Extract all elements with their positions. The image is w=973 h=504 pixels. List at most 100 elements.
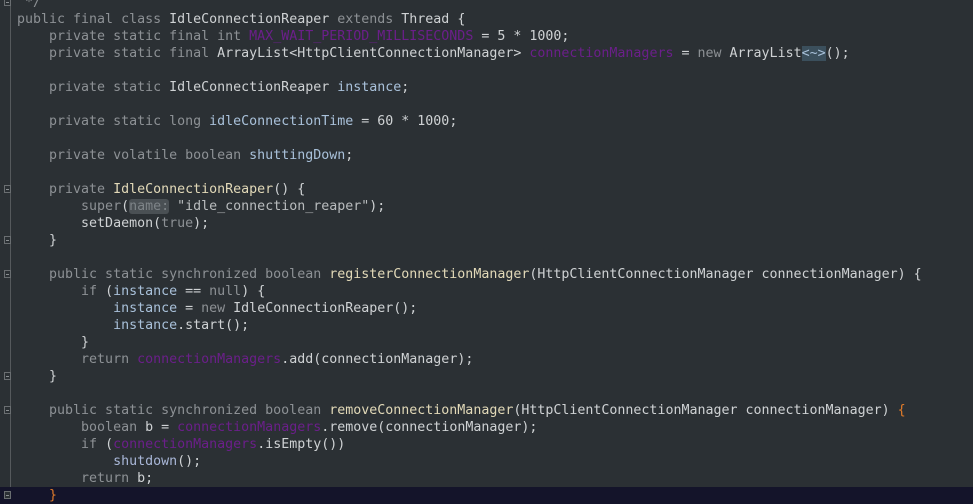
code-line[interactable]: public static synchronized boolean remov… [4,402,973,419]
code-token: ArrayList<HttpClientConnectionManager> [217,46,530,61]
code-line[interactable] [17,249,973,266]
code-line[interactable]: setDaemon(true); [17,215,973,232]
code-token: */ [17,0,42,10]
fold-toggle-icon[interactable] [4,491,11,499]
code-line[interactable]: private static final int MAX_WAIT_PERIOD… [17,28,973,45]
code-token: instance [337,80,402,95]
code-area[interactable]: */public final class IdleConnectionReape… [0,0,973,504]
code-token: return [17,471,138,486]
code-line[interactable]: public static synchronized boolean regis… [4,266,973,283]
code-line[interactable]: } [4,368,973,385]
code-token: extends [337,12,402,27]
code-line[interactable]: super(name: "idle_connection_reaper"); [17,198,973,215]
code-token: (HttpClientConnectionManager connectionM… [529,267,922,282]
fold-toggle-icon[interactable] [4,236,11,244]
code-token: .start(); [177,318,250,333]
code-token: .isEmpty()) [257,437,346,452]
code-token: new [201,301,234,316]
code-line[interactable]: */ [4,0,973,11]
code-token: instance [113,284,178,299]
code-token: Thread { [401,12,466,27]
code-token: boolean [17,420,146,435]
code-token: private static long [17,114,210,129]
code-line[interactable]: } [4,232,973,249]
code-token: IdleConnectionReaper [169,12,338,27]
code-line[interactable]: boolean b = connectionManagers.remove(co… [17,419,973,436]
current-code-line[interactable]: } [0,487,973,504]
code-token: b; [137,471,154,486]
code-token: connectionManagers [529,46,674,61]
code-token: if [17,437,106,452]
code-token: null [209,284,242,299]
code-token: registerConnectionManager [329,267,530,282]
code-token: (); [177,454,202,469]
code-token: IdleConnectionReaper(); [233,301,418,316]
code-line[interactable] [17,385,973,402]
code-token: () { [273,182,306,197]
code-line[interactable]: private static long idleConnectionTime =… [17,113,973,130]
code-token: (HttpClientConnectionManager connectionM… [513,403,898,418]
code-token: true [161,216,194,231]
code-token: super [17,199,122,214]
code-token: MAX_WAIT_PERIOD_MILLISECONDS [249,29,474,44]
code-token: private static [17,80,170,95]
fold-guide-line [10,0,11,504]
code-token: instance [17,301,178,316]
fold-toggle-icon[interactable] [4,0,11,6]
code-token: connectionManagers [177,420,322,435]
code-line[interactable]: private static final ArrayList<HttpClien… [17,45,973,62]
code-token: ); [193,216,210,231]
code-line[interactable]: instance.start(); [17,317,973,334]
code-token: connectionManagers [137,352,282,367]
code-editor[interactable]: */public final class IdleConnectionReape… [0,0,973,504]
code-token: private static final [17,46,218,61]
code-token: } [17,233,58,248]
code-token: ; [401,80,410,95]
parameter-hint: name: [129,199,170,214]
code-line[interactable]: shutdown(); [17,453,973,470]
code-token: shutdown [17,454,178,469]
code-token: shuttingDown [249,148,346,163]
code-token: public static synchronized boolean [17,403,330,418]
code-token: connectionManagers [113,437,258,452]
fold-toggle-icon[interactable] [4,372,11,380]
code-token: ArrayList [729,46,802,61]
code-line[interactable]: public final class IdleConnectionReaper … [17,11,973,28]
code-line[interactable]: instance = new IdleConnectionReaper(); [17,300,973,317]
code-token: } [17,488,58,503]
code-line[interactable] [17,130,973,147]
code-token: private volatile boolean [17,148,250,163]
code-token: = [177,301,202,316]
code-token: new [697,46,730,61]
code-token: (); [825,46,850,61]
code-token: IdleConnectionReaper [169,80,338,95]
code-token: b = [145,420,178,435]
code-token: { [897,403,906,418]
fold-toggle-icon[interactable] [4,406,11,414]
code-line[interactable]: return connectionManagers.add(connection… [17,351,973,368]
code-token: ; [345,148,354,163]
code-token: = 60 * 1000; [353,114,458,129]
code-line[interactable]: private volatile boolean shuttingDown; [17,147,973,164]
fold-toggle-icon[interactable] [4,185,11,193]
code-token: ( [105,437,114,452]
code-token: public final class [17,12,170,27]
code-token: } [17,335,90,350]
code-line[interactable]: return b; [17,470,973,487]
code-line[interactable]: } [17,334,973,351]
code-token: .add(connectionManager); [281,352,474,367]
code-token: ( [121,199,130,214]
code-token: return [17,352,138,367]
code-line[interactable] [17,62,973,79]
code-line[interactable]: private IdleConnectionReaper() { [4,181,973,198]
code-token: } [17,369,58,384]
code-line[interactable] [17,164,973,181]
code-token: IdleConnectionReaper [113,182,274,197]
code-token: = [673,46,698,61]
code-line[interactable]: if (connectionManagers.isEmpty()) [17,436,973,453]
code-line[interactable]: private static IdleConnectionReaper inst… [17,79,973,96]
code-line[interactable] [17,96,973,113]
fold-toggle-icon[interactable] [4,270,11,278]
code-token: ( [105,284,114,299]
code-line[interactable]: if (instance == null) { [17,283,973,300]
